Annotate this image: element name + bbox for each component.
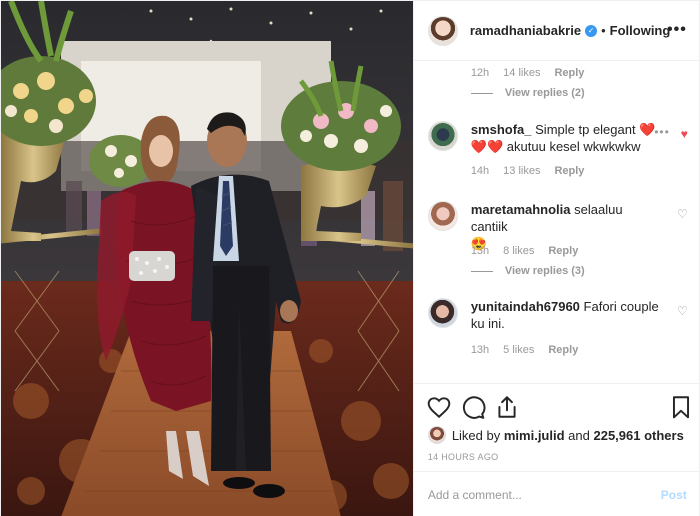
wedding-photo-illustration [1, 1, 413, 516]
heart-emoji: ❤️❤️ [470, 139, 504, 154]
liked-by-label: Liked by [451, 427, 501, 443]
comment-meta: 13h 5 likes Reply [471, 344, 579, 356]
post-photo[interactable] [1, 1, 413, 516]
header-separator: • [601, 23, 606, 38]
comment-meta: 12h 14 likes Reply [471, 67, 585, 79]
comment-like-heart-icon[interactable]: ♡ [677, 304, 688, 318]
verified-badge-icon: ✓ [585, 24, 598, 37]
author-username[interactable]: ramadhaniabakrie [470, 23, 581, 38]
comment-text: Simple tp elegant [535, 122, 640, 137]
bookmark-icon[interactable] [668, 394, 694, 420]
commenter-avatar[interactable] [427, 121, 458, 151]
liker-username[interactable]: mimi.julid [504, 428, 565, 443]
comments-list[interactable]: 12h 14 likes Reply View replies (2) smsh… [414, 61, 700, 383]
comment-time: 13h [470, 245, 490, 257]
comment-like-heart-icon[interactable]: ♡ [677, 207, 688, 221]
view-replies-button[interactable]: View replies (3) [470, 265, 585, 277]
comment-likes[interactable]: 8 likes [503, 245, 534, 257]
comment-bubble-icon[interactable] [460, 394, 486, 420]
comment-like-heart-icon[interactable]: ♥ [681, 127, 688, 141]
add-comment-input[interactable] [427, 487, 648, 502]
comment-meta: 13h 8 likes Reply [471, 245, 579, 257]
commenter-username[interactable]: yunitaindah67960 [471, 299, 580, 314]
comment-time: 13h [470, 344, 490, 356]
comment-time: 12h [470, 67, 490, 79]
like-heart-icon[interactable] [426, 394, 452, 420]
comment-meta: 14h 13 likes Reply [471, 165, 585, 177]
and-label: and [568, 427, 590, 443]
comment-likes[interactable]: 13 likes [503, 165, 540, 177]
add-comment-bar: Post [413, 471, 700, 516]
share-icon[interactable] [494, 394, 520, 420]
post-side-panel: ramadhaniabakrie ✓ • Following ••• 12h 1… [412, 1, 700, 516]
author-avatar[interactable] [427, 15, 458, 46]
comment-likes[interactable]: 5 likes [503, 344, 534, 356]
comment-body: smshofa_ Simple tp elegant ❤️ ❤️❤️ akutu… [471, 121, 661, 155]
comment-options-icon[interactable]: ••• [654, 125, 670, 139]
comment-time: 14h [470, 165, 490, 177]
reply-button[interactable]: Reply [548, 245, 578, 257]
commenter-username[interactable]: smshofa_ [471, 122, 532, 137]
heart-emoji: ❤️ [639, 122, 656, 137]
comment-body: yunitaindah67960 Fafori couple ku ini. [471, 298, 661, 332]
instagram-post: ramadhaniabakrie ✓ • Following ••• 12h 1… [0, 0, 700, 516]
post-comment-button[interactable]: Post [661, 488, 687, 502]
commenter-avatar[interactable] [427, 298, 458, 328]
post-header: ramadhaniabakrie ✓ • Following ••• [413, 1, 700, 61]
comment-likes[interactable]: 14 likes [503, 67, 540, 79]
more-options-icon[interactable]: ••• [667, 21, 687, 39]
others-count[interactable]: 225,961 others [593, 428, 683, 443]
view-replies-label: View replies (2) [504, 87, 585, 99]
liked-by-row: Liked by mimi.julid and 225,961 others [427, 426, 684, 444]
liker-avatar[interactable] [427, 426, 446, 444]
post-time-ago[interactable]: 14 HOURS AGO [428, 452, 499, 462]
view-replies-line [470, 92, 493, 94]
reply-button[interactable]: Reply [554, 67, 584, 79]
commenter-avatar[interactable] [427, 201, 458, 231]
view-replies-line [470, 270, 493, 272]
commenter-username[interactable]: maretamahnolia [471, 202, 571, 217]
comment-text: akutuu kesel wkwkwkw [503, 139, 641, 154]
reply-button[interactable]: Reply [548, 344, 578, 356]
view-replies-button[interactable]: View replies (2) [470, 87, 585, 99]
view-replies-label: View replies (3) [504, 265, 585, 277]
reply-button[interactable]: Reply [554, 165, 584, 177]
post-actions: Liked by mimi.julid and 225,961 others 1… [413, 383, 700, 471]
following-button[interactable]: Following [610, 23, 671, 38]
